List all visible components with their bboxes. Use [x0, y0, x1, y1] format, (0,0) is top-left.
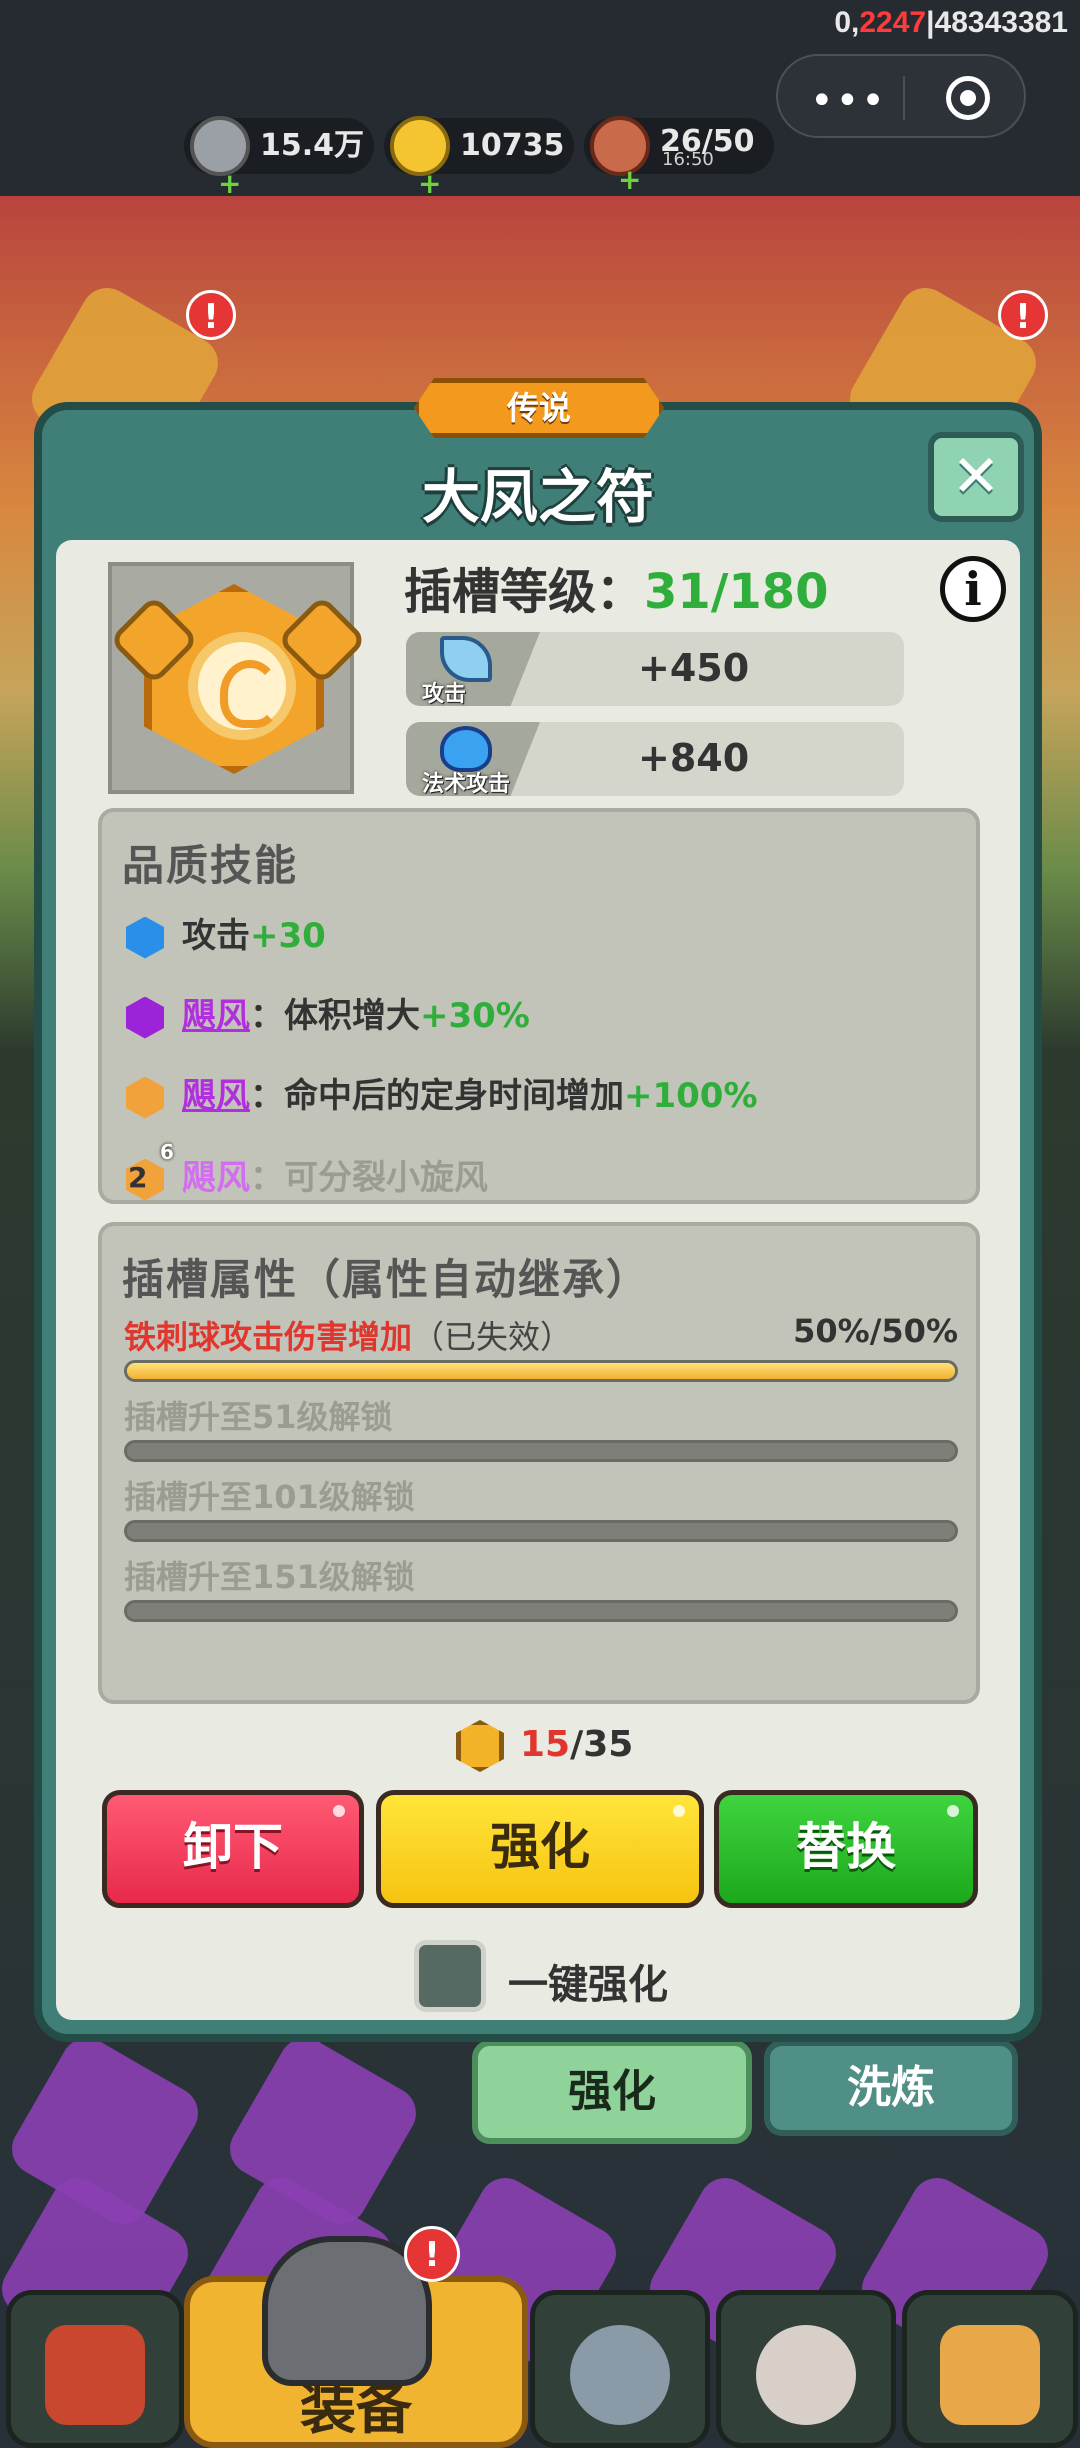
stat-label: 法术攻击 [422, 772, 511, 797]
orange-hex-icon: 2 [126, 1158, 164, 1201]
skill-link[interactable]: 飓风 [182, 996, 250, 1036]
stat-attack: 攻击 +450 [406, 632, 904, 707]
more-icon[interactable]: ••• [810, 78, 887, 124]
stat-value: +450 [638, 646, 750, 690]
tab-refine[interactable]: 洗炼 [764, 2040, 1018, 2136]
slot-attributes-panel: 插槽属性（属性自动继承） 铁刺球攻击伤害增加（已失效） 50%/50% 插槽升至… [98, 1222, 980, 1704]
slot-level-label: 插槽等级： [404, 564, 645, 620]
gold-value: 10735 [460, 128, 565, 163]
slot-level: 插槽等级：31/180 [404, 552, 829, 622]
slot-attr-label: 插槽升至151级解锁 [124, 1558, 415, 1596]
skill-item: 飓风：体积增大+30% [126, 988, 530, 1039]
rarity-badge: 传说 [414, 378, 664, 438]
skill-item: 攻击+30 [126, 908, 326, 959]
fist-upgrade-icon [940, 2325, 1040, 2425]
debug-id-text: 0,2247|48343381 [834, 6, 1068, 39]
tab-enhance[interactable]: 强化 [472, 2040, 752, 2144]
orange-hex-icon [126, 1076, 164, 1119]
stat-magic-attack: 法术攻击 +840 [406, 722, 904, 797]
slot-attr-row: 铁刺球攻击伤害增加（已失效） 50%/50% [124, 1312, 958, 1382]
slot-attr-row: 插槽升至151级解锁 [124, 1552, 958, 1622]
nav-upgrade[interactable] [902, 2290, 1078, 2448]
slot-attr-progress [124, 1600, 958, 1622]
cost-total: /35 [570, 1724, 634, 1765]
blue-hex-icon [126, 916, 164, 959]
quality-skills-panel: 品质技能 攻击+30 飓风：体积增大+30% 飓风：命中后的定身时间增加+100… [98, 808, 980, 1204]
close-miniprogram-icon[interactable] [946, 76, 990, 120]
panel-title: 品质技能 [122, 841, 299, 890]
replace-button[interactable]: 替换 [714, 1790, 978, 1908]
stat-value: +840 [638, 736, 750, 780]
skill-link[interactable]: 飓风 [182, 1158, 250, 1198]
slot-attr-label: 插槽升至51级解锁 [124, 1398, 393, 1436]
one-key-checkbox[interactable] [414, 1940, 486, 2012]
gold-resource[interactable]: + 10735 [384, 116, 574, 200]
enhance-button[interactable]: 强化 [376, 1790, 704, 1908]
dialog-title: 大凤之符 [421, 463, 654, 531]
top-status-bar: 0,2247|48343381 ••• + 15.4万 + 10735 + 26… [0, 0, 1080, 200]
slot-attr-progress [124, 1360, 958, 1382]
slot-attr-progress [124, 1440, 958, 1462]
slot-attr-percent: 50%/50% [793, 1312, 958, 1350]
enhance-stone-icon [456, 1720, 504, 1772]
crossed-swords-shield-icon [570, 2325, 670, 2425]
alert-badge-icon: ! [998, 290, 1048, 340]
panel-title: 插槽属性（属性自动继承） [122, 1255, 651, 1304]
slot-attr-row: 插槽升至51级解锁 [124, 1392, 958, 1462]
unload-button[interactable]: 卸下 [102, 1790, 364, 1908]
close-icon: ✕ [951, 442, 1001, 510]
alert-badge-icon: ! [186, 290, 236, 340]
capsule-divider [903, 76, 905, 120]
info-button[interactable]: i [940, 556, 1006, 622]
stamina-resource[interactable]: + 26/50 16:50 [584, 116, 774, 196]
skill-link[interactable]: 飓风 [182, 1076, 250, 1116]
enhance-cost: 15/35 [456, 1720, 633, 1772]
purple-hex-icon [126, 996, 164, 1039]
phoenix-emblem-icon [198, 642, 286, 730]
stamina-timer: 16:50 [662, 149, 714, 170]
slot-attr-row: 插槽升至101级解锁 [124, 1472, 958, 1542]
nav-pet[interactable] [716, 2290, 896, 2448]
skill-item-locked: 2 6 飓风：可分裂小旋风 [126, 1140, 488, 1201]
slot-attr-progress [124, 1520, 958, 1542]
cost-current: 15 [520, 1724, 571, 1765]
shop-gate-icon [45, 2325, 145, 2425]
one-key-label: 一键强化 [508, 1962, 668, 2008]
chicken-pet-icon [756, 2325, 856, 2425]
slot-level-value: 31/180 [644, 564, 829, 620]
nav-shop[interactable] [6, 2290, 184, 2448]
mini-program-capsule: ••• [776, 54, 1026, 138]
silver-value: 15.4万 [260, 128, 365, 163]
nav-battle[interactable] [530, 2290, 710, 2448]
info-icon: i [964, 562, 982, 616]
silver-resource[interactable]: + 15.4万 [184, 116, 374, 200]
close-button[interactable]: ✕ [928, 432, 1024, 522]
slot-attr-label: 插槽升至101级解锁 [124, 1478, 415, 1516]
item-icon-frame [108, 562, 368, 794]
stat-label: 攻击 [422, 682, 467, 707]
bottom-nav [0, 2290, 1080, 2448]
skill-item: 飓风：命中后的定身时间增加+100% [126, 1068, 758, 1119]
alert-badge-icon: ! [404, 2226, 460, 2282]
